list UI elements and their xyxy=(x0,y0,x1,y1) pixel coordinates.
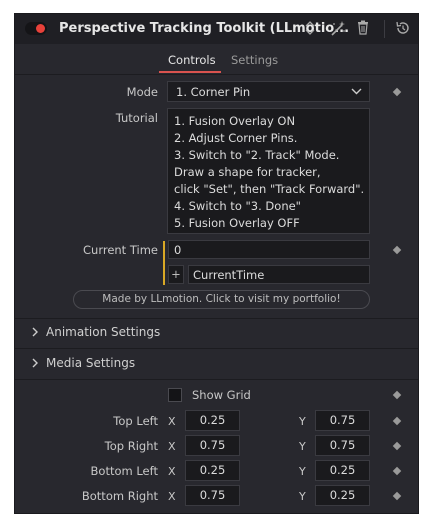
section-divider xyxy=(15,379,418,380)
tab-controls[interactable]: Controls xyxy=(168,53,216,67)
corner-label: Bottom Left xyxy=(90,464,158,478)
y-axis-label: Y xyxy=(299,490,306,503)
portfolio-button[interactable]: Made by LLmotion. Click to visit my port… xyxy=(73,290,370,309)
y-value-input[interactable]: 0.75 xyxy=(315,410,370,431)
x-value-input[interactable]: 0.75 xyxy=(185,435,240,456)
show-grid-checkbox[interactable] xyxy=(168,388,182,402)
active-tab-indicator xyxy=(159,71,221,73)
current-time-value: 0 xyxy=(174,243,182,257)
x-axis-label: X xyxy=(168,415,176,428)
tutorial-line: 3. Switch to "2. Track" Mode. xyxy=(174,148,340,162)
y-value-input[interactable]: 0.25 xyxy=(315,460,370,481)
tutorial-line: Draw a shape for tracker, xyxy=(174,165,321,179)
chevron-right-icon[interactable] xyxy=(31,357,39,372)
current-time-input[interactable]: 0 xyxy=(168,240,370,259)
corner-label: Top Right xyxy=(104,439,158,453)
expression-value: CurrentTime xyxy=(193,268,265,282)
y-axis-label: Y xyxy=(299,465,306,478)
inspector-tabs: Controls Settings xyxy=(15,44,418,74)
tutorial-line: 5. Fusion Overlay OFF xyxy=(174,216,300,230)
keyframe-diamond-icon[interactable] xyxy=(392,491,402,501)
tabs-divider xyxy=(15,74,418,75)
chevron-down-icon xyxy=(351,85,362,100)
tutorial-label: Tutorial xyxy=(115,111,158,125)
current-time-label: Current Time xyxy=(83,243,158,257)
section-divider xyxy=(15,318,418,319)
y-axis-label: Y xyxy=(299,440,306,453)
keyframe-diamond-icon[interactable] xyxy=(392,466,402,476)
tutorial-line: 1. Fusion Overlay ON xyxy=(174,114,296,128)
corner-label: Bottom Right xyxy=(81,489,158,503)
x-value-input[interactable]: 0.25 xyxy=(185,410,240,431)
y-value-input[interactable]: 0.25 xyxy=(315,485,370,506)
show-grid-label: Show Grid xyxy=(192,388,251,402)
x-axis-label: X xyxy=(168,465,176,478)
corner-label: Top Left xyxy=(113,414,158,428)
section-divider xyxy=(15,348,418,349)
reset-icon[interactable] xyxy=(395,20,411,40)
x-value-input[interactable]: 0.75 xyxy=(185,485,240,506)
tutorial-line: 4. Switch to "3. Done" xyxy=(174,199,301,213)
y-axis-label: Y xyxy=(299,415,306,428)
tutorial-line: 2. Adjust Corner Pins. xyxy=(174,131,298,145)
x-axis-label: X xyxy=(168,440,176,453)
tool-header: Perspective Tracking Toolkit (LLmotio... xyxy=(15,14,418,44)
toggle-dot xyxy=(36,24,45,33)
expression-add-button[interactable]: + xyxy=(168,265,184,284)
section-media-settings[interactable]: Media Settings xyxy=(46,356,135,370)
keyframe-diamond-icon[interactable] xyxy=(392,87,402,97)
tutorial-text: 1. Fusion Overlay ON 2. Adjust Corner Pi… xyxy=(167,108,370,234)
up-down-chevron-icon[interactable] xyxy=(305,20,315,40)
mode-label: Mode xyxy=(126,85,158,99)
x-value-input[interactable]: 0.25 xyxy=(185,460,240,481)
keyframe-diamond-icon[interactable] xyxy=(392,245,402,255)
keyframe-diamond-icon[interactable] xyxy=(392,441,402,451)
y-value-input[interactable]: 0.75 xyxy=(315,435,370,456)
x-axis-label: X xyxy=(168,490,176,503)
trash-icon[interactable] xyxy=(357,20,369,39)
mode-value: 1. Corner Pin xyxy=(176,85,251,99)
mode-dropdown[interactable]: 1. Corner Pin xyxy=(167,81,370,102)
expression-link-bar xyxy=(163,241,165,285)
chevron-right-icon[interactable] xyxy=(31,326,39,341)
tab-settings[interactable]: Settings xyxy=(231,53,278,67)
tutorial-line: click "Set", then "Track Forward". xyxy=(174,182,365,196)
section-animation-settings[interactable]: Animation Settings xyxy=(46,325,160,339)
keyframe-diamond-icon[interactable] xyxy=(392,416,402,426)
keyframe-diamond-icon[interactable] xyxy=(392,390,402,400)
header-divider xyxy=(384,20,385,38)
expression-input[interactable]: CurrentTime xyxy=(188,265,370,284)
inspector-panel: Perspective Tracking Toolkit (LLmotio...… xyxy=(14,13,419,514)
tool-enable-toggle[interactable] xyxy=(25,22,47,35)
magic-wand-icon[interactable] xyxy=(329,20,347,42)
